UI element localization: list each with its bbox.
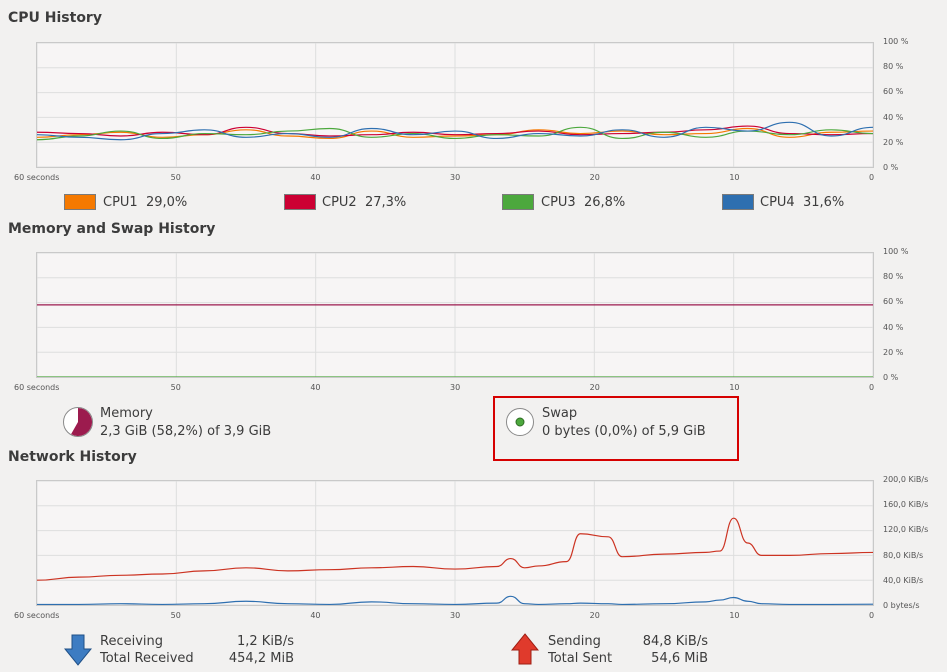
sending-arrow-icon[interactable] bbox=[511, 633, 539, 665]
memory-history-svg bbox=[37, 253, 873, 377]
network-x-tick-label: 50 bbox=[170, 611, 181, 620]
memory-value: 2,3 GiB (58,2%) of 3,9 GiB bbox=[100, 424, 272, 439]
memory-x-tick-label: 40 bbox=[310, 383, 321, 392]
memory-x-tick-label: 30 bbox=[450, 383, 461, 392]
cpu-history-svg bbox=[37, 43, 873, 167]
memory-x-tick-label: 10 bbox=[729, 383, 740, 392]
sending-value: 84,8 KiB/s bbox=[642, 634, 708, 649]
cpu-x-tick-label: 20 bbox=[589, 173, 600, 182]
memory-y-tick-label: 20 % bbox=[883, 347, 904, 357]
network-x-tick-label: 30 bbox=[450, 611, 461, 620]
network-x-tick-label: 20 bbox=[589, 611, 600, 620]
memory-history-title: Memory and Swap History bbox=[8, 221, 216, 237]
cpu-x-tick-label: 10 bbox=[729, 173, 740, 182]
network-history-graph bbox=[36, 480, 874, 606]
swap-highlight-box bbox=[493, 396, 739, 461]
network-y-tick-label: 120,0 KiB/s bbox=[883, 525, 929, 535]
receiving-label: Receiving bbox=[100, 634, 164, 649]
cpu2-color-swatch[interactable] bbox=[284, 194, 316, 210]
network-y-tick-label: 80,0 KiB/s bbox=[883, 550, 924, 560]
memory-x-tick-label: 50 bbox=[170, 383, 181, 392]
cpu4-color-swatch[interactable] bbox=[722, 194, 754, 210]
cpu2-label: CPU2 27,3% bbox=[322, 195, 407, 210]
memory-x-tick-label: 20 bbox=[589, 383, 600, 392]
cpu-history-graph bbox=[36, 42, 874, 168]
cpu-y-tick-label: 60 % bbox=[883, 87, 904, 97]
cpu-y-tick-label: 80 % bbox=[883, 62, 904, 72]
receiving-arrow-icon[interactable] bbox=[64, 634, 92, 666]
memory-pie-icon[interactable] bbox=[62, 406, 94, 438]
cpu-y-tick-label: 20 % bbox=[883, 137, 904, 147]
total-sent-value: 54,6 MiB bbox=[651, 651, 708, 666]
cpu1-color-swatch[interactable] bbox=[64, 194, 96, 210]
memory-x-tick-label: 60 seconds bbox=[14, 383, 60, 392]
total-received-value: 454,2 MiB bbox=[228, 651, 294, 666]
cpu4-label: CPU4 31,6% bbox=[760, 195, 845, 210]
cpu-x-tick-label: 60 seconds bbox=[14, 173, 60, 182]
memory-y-tick-label: 100 % bbox=[883, 247, 909, 256]
network-y-tick-label: 40,0 KiB/s bbox=[883, 575, 924, 585]
network-history-title: Network History bbox=[8, 449, 137, 465]
memory-y-tick-label: 0 % bbox=[883, 373, 899, 382]
network-y-tick-label: 160,0 KiB/s bbox=[883, 500, 929, 510]
cpu-x-tick-label: 50 bbox=[170, 173, 181, 182]
network-x-tick-label: 10 bbox=[729, 611, 740, 620]
total-received-label: Total Received bbox=[100, 651, 194, 666]
total-sent-label: Total Sent bbox=[548, 651, 613, 666]
memory-y-tick-label: 40 % bbox=[883, 322, 904, 332]
network-x-tick-label: 0 bbox=[869, 611, 875, 620]
cpu-x-tick-label: 30 bbox=[450, 173, 461, 182]
network-y-tick-label: 200,0 KiB/s bbox=[883, 475, 929, 484]
sending-stats: Sending 84,8 KiB/s Total Sent 54,6 MiB bbox=[548, 633, 708, 667]
cpu-x-tick-label: 40 bbox=[310, 173, 321, 182]
cpu-y-tick-label: 40 % bbox=[883, 112, 904, 122]
memory-legend-text: Memory 2,3 GiB (58,2%) of 3,9 GiB bbox=[100, 405, 271, 441]
memory-y-tick-label: 80 % bbox=[883, 272, 904, 282]
cpu-x-tick-label: 0 bbox=[869, 173, 875, 182]
cpu-y-tick-label: 0 % bbox=[883, 163, 899, 172]
cpu3-color-swatch[interactable] bbox=[502, 194, 534, 210]
network-y-tick-label: 0 bytes/s bbox=[883, 601, 920, 610]
receiving-value: 1,2 KiB/s bbox=[236, 634, 294, 649]
memory-history-graph bbox=[36, 252, 874, 378]
memory-label: Memory bbox=[100, 406, 153, 421]
cpu-history-title: CPU History bbox=[8, 10, 102, 26]
network-history-svg bbox=[37, 481, 873, 605]
cpu-y-tick-label: 100 % bbox=[883, 37, 909, 46]
memory-y-tick-label: 60 % bbox=[883, 297, 904, 307]
cpu1-label: CPU1 29,0% bbox=[103, 195, 188, 210]
receiving-stats: Receiving 1,2 KiB/s Total Received 454,2… bbox=[100, 633, 294, 667]
network-x-tick-label: 40 bbox=[310, 611, 321, 620]
network-x-tick-label: 60 seconds bbox=[14, 611, 60, 620]
sending-label: Sending bbox=[548, 634, 601, 649]
memory-x-tick-label: 0 bbox=[869, 383, 875, 392]
cpu3-label: CPU3 26,8% bbox=[541, 195, 626, 210]
